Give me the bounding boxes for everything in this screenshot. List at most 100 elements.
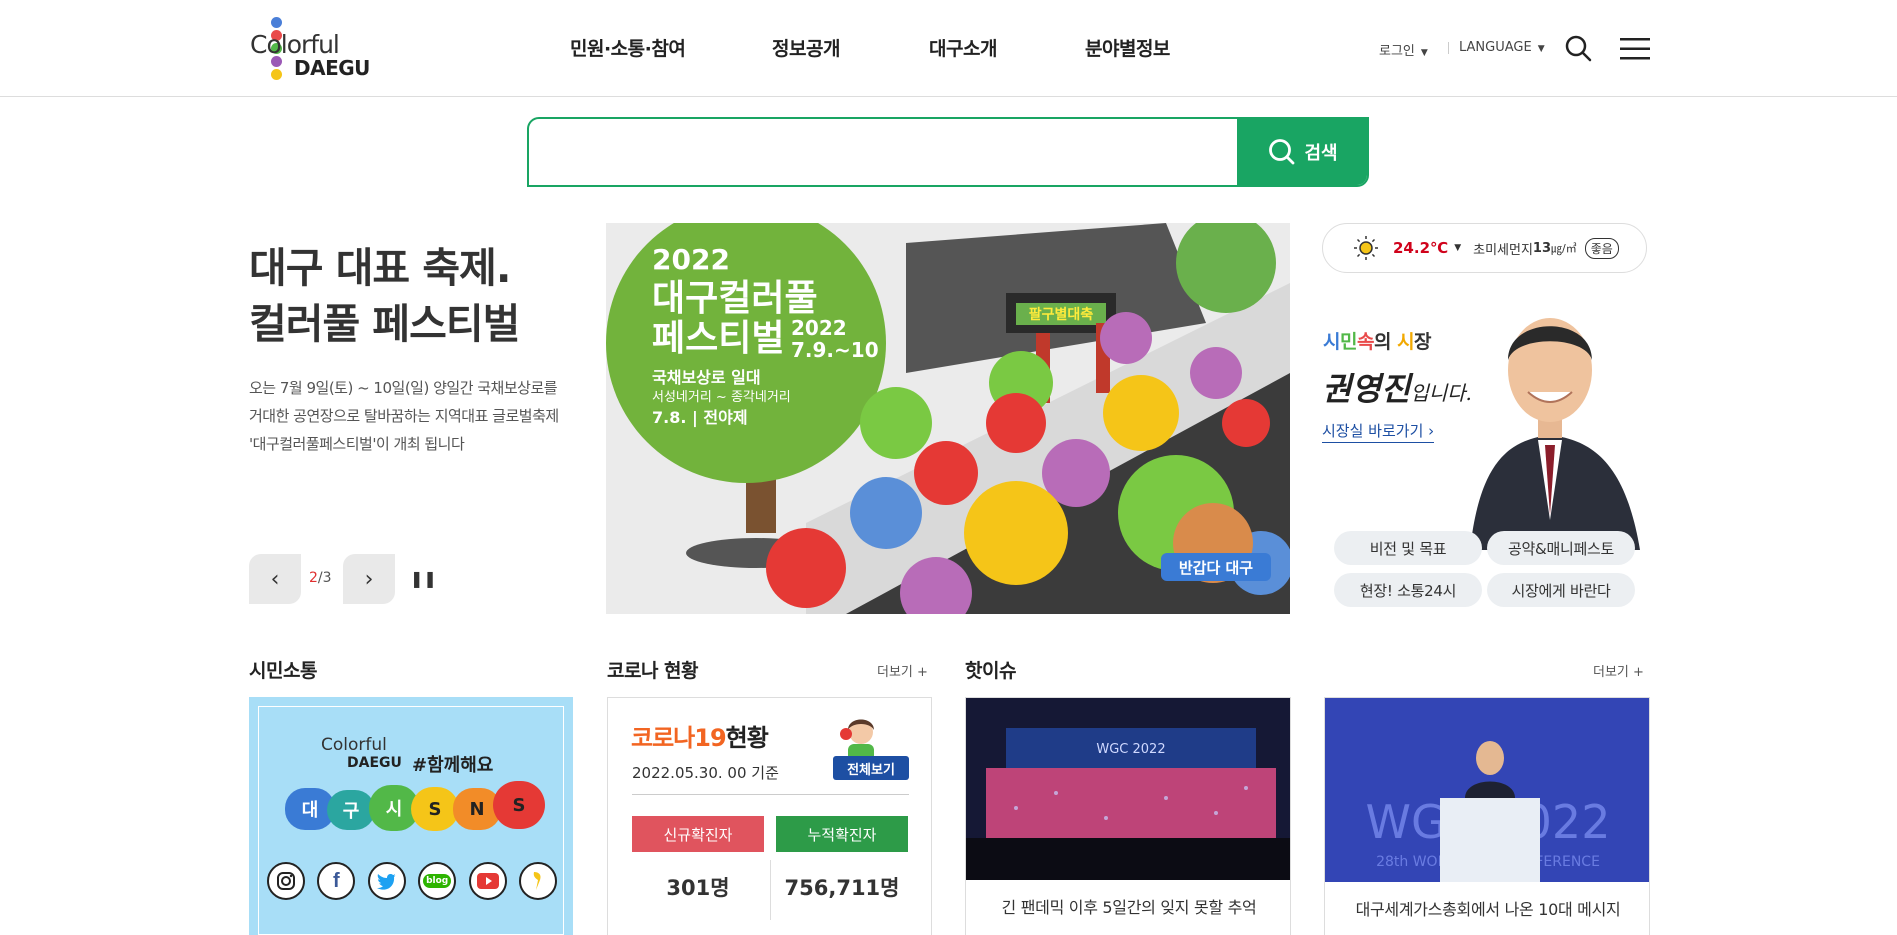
login-menu[interactable]: 로그인 ▼	[1379, 40, 1428, 59]
logo-text-daegu: DAEGU	[294, 56, 370, 80]
hero-title-line1: 대구 대표 축제.	[249, 244, 511, 292]
search-button-label: 검색	[1304, 143, 1338, 164]
citizen-sns-card[interactable]: Colorful DAEGU #함께해요 대 구 시 S N S f blog	[249, 697, 573, 935]
health-worker-icon	[838, 714, 884, 762]
hero-title-line2: 컬러풀 페스티벌	[249, 300, 520, 348]
sns-speech-bubbles: 대 구 시 S N S	[285, 781, 545, 835]
caret-down-icon: ▼	[1420, 48, 1428, 58]
festival-banner-illustration: 팔구별대축 반갑다 대구 2022 대구컬러풀 페스티벌 2022 7.9.~1…	[606, 223, 1290, 614]
mayor-pledge-button[interactable]: 공약&매니페스토	[1487, 531, 1635, 565]
sns-logo-daegu: DAEGU	[347, 755, 402, 771]
banner-year: 2022	[652, 243, 730, 276]
mayor-field-button[interactable]: 현장! 소통24시	[1334, 573, 1482, 607]
caret-down-icon: ▼	[1454, 243, 1462, 253]
instagram-icon[interactable]	[267, 862, 305, 900]
hero-pagination: 2/3	[309, 570, 332, 586]
hot-issue-section-title: 핫이슈	[965, 660, 1016, 682]
search-bar: 검색	[527, 117, 1369, 187]
hero-prev-button[interactable]: ‹	[249, 554, 301, 604]
total-cases-value: 756,711명	[784, 876, 900, 900]
corona-status-card: 코로나19현황 2022.05.30. 00 기준 전체보기 신규확진자 누적확…	[607, 697, 932, 935]
mayor-vision-button[interactable]: 비전 및 목표	[1334, 531, 1482, 565]
hero-title: 대구 대표 축제. 컬러풀 페스티벌	[249, 240, 520, 352]
banner-title-line2: 페스티벌	[652, 318, 784, 359]
youtube-icon[interactable]	[468, 862, 507, 900]
sns-icon-row: f blog	[267, 862, 557, 902]
citizen-section-title: 시민소통	[249, 660, 317, 682]
chevron-left-icon: ‹	[270, 566, 280, 592]
divider	[632, 794, 909, 795]
chevron-right-icon: ›	[364, 566, 374, 592]
banner-date-year: 2022	[791, 316, 847, 340]
banner-date: 7.9.~10	[791, 338, 879, 362]
facebook-icon[interactable]: f	[317, 862, 356, 900]
blog-icon-text: blog	[423, 874, 452, 888]
logo-dot-blue	[271, 17, 282, 28]
hero-page-total: /3	[317, 570, 332, 586]
hamburger-menu-icon[interactable]	[1620, 38, 1650, 64]
search-input[interactable]	[529, 119, 1239, 185]
colorful-daegu-logo[interactable]: Colorful DAEGU	[248, 14, 378, 82]
mayor-office-link[interactable]: 시장실 바로가기 ›	[1322, 420, 1435, 443]
twitter-icon[interactable]	[367, 862, 406, 900]
pause-icon[interactable]: ❚❚	[410, 569, 437, 588]
dust-value: 13	[1532, 240, 1552, 256]
search-button[interactable]: 검색	[1237, 119, 1367, 185]
blog-icon[interactable]: blog	[418, 862, 457, 900]
weather-widget[interactable]: 24.2℃ ▼ 초미세먼지 13 ㎍/㎥ 좋음	[1322, 223, 1647, 273]
slogan-char: 속	[1356, 331, 1374, 353]
site-header: Colorful DAEGU 민원·소통·참여 정보공개 대구소개 분야별정보 …	[0, 0, 1897, 97]
hot-issue-caption-2: 대구세계가스총회에서 나온 10대 메시지	[1355, 900, 1621, 919]
hot-issue-screen-text-1: WGC 2022	[1096, 742, 1165, 757]
mascot-tag-text: 반갑다 대구	[1179, 559, 1253, 577]
logo-dot-yellow	[271, 69, 282, 80]
banner-place: 국채보상로 일대	[652, 368, 761, 387]
weather-temp: 24.2℃	[1393, 239, 1449, 257]
login-label: 로그인	[1379, 44, 1415, 59]
corona-more-link[interactable]: 더보기 +	[877, 661, 928, 680]
chevron-right-icon: ›	[1428, 422, 1435, 440]
corona-section-title: 코로나 현황	[607, 660, 699, 682]
logo-text-colorful: Colorful	[250, 30, 340, 59]
corona-date: 2022.05.30. 00 기준	[632, 764, 779, 782]
corona-card-title-a: 코로나19	[631, 724, 727, 752]
nav-info[interactable]: 정보공개	[772, 34, 840, 61]
language-label: LANGUAGE	[1459, 40, 1532, 55]
dust-status-badge: 좋음	[1584, 237, 1619, 259]
new-cases-label: 신규확진자	[632, 816, 764, 852]
corona-card-title: 코로나19현황	[631, 718, 769, 753]
nav-about[interactable]: 대구소개	[929, 34, 997, 61]
hero-page-current: 2	[309, 570, 318, 586]
divider	[770, 860, 771, 920]
festival-banner[interactable]: 팔구별대축 반갑다 대구 2022 대구컬러풀 페스티벌 2022 7.9.~1…	[606, 223, 1290, 614]
hot-issue-caption-1: 긴 팬데믹 이후 5일간의 잊지 못할 추억	[1001, 898, 1257, 917]
hero-next-button[interactable]: ›	[343, 554, 395, 604]
mayor-name-text: 권영진	[1322, 370, 1411, 408]
hot-issue-image-2: WGC 2022 28th WORLD GAS CONFERENCE	[1325, 698, 1649, 882]
sun-icon	[1353, 235, 1379, 261]
banner-place-sub: 서성네거리 ~ 종각네거리	[652, 390, 791, 405]
mayor-slogan: 시민속의 시장	[1323, 327, 1432, 354]
util-divider	[1448, 42, 1449, 54]
mayor-request-button[interactable]: 시장에게 바란다	[1487, 573, 1635, 607]
language-menu[interactable]: LANGUAGE ▼	[1459, 40, 1545, 55]
nav-fields[interactable]: 분야별정보	[1085, 34, 1170, 61]
gate-sign-text: 팔구별대축	[1029, 306, 1094, 323]
new-cases-value: 301명	[666, 876, 730, 900]
hot-issue-card-2[interactable]: WGC 2022 28th WORLD GAS CONFERENCE 대구세계가…	[1324, 697, 1650, 935]
total-cases-label: 누적확진자	[776, 816, 908, 852]
kakao-story-icon[interactable]	[518, 862, 557, 900]
search-icon[interactable]	[1564, 34, 1592, 66]
banner-eve: 7.8. | 전야제	[652, 408, 748, 428]
dust-unit: ㎍/㎥	[1551, 242, 1577, 255]
hot-issue-more-link[interactable]: 더보기 +	[1593, 661, 1644, 680]
search-icon	[1269, 139, 1295, 165]
caret-down-icon: ▼	[1537, 44, 1545, 54]
nav-civil[interactable]: 민원·소통·참여	[570, 34, 686, 61]
slogan-char: 시	[1323, 331, 1340, 353]
banner-title-line1: 대구컬러풀	[652, 278, 818, 319]
hot-issue-card-1[interactable]: WGC 2022 긴 팬데믹 이후 5일간의 잊지 못할 추억	[965, 697, 1291, 935]
view-all-button[interactable]: 전체보기	[833, 756, 909, 780]
mayor-photo	[1450, 290, 1650, 550]
hero-description: 오는 7월 9일(토) ~ 10일(일) 양일간 국채보상로를 거대한 공연장으…	[249, 379, 559, 453]
